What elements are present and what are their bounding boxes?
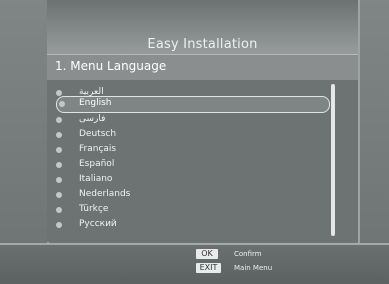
- screen-title: Easy Installation: [147, 37, 258, 52]
- bullet-icon: [56, 90, 62, 96]
- bullet-icon: [56, 132, 62, 138]
- language-label: Deutsch: [79, 129, 117, 139]
- exit-key-label: Main Menu: [234, 264, 273, 272]
- language-label: English: [79, 98, 112, 108]
- language-label: Nederlands: [79, 189, 131, 199]
- language-label: Español: [79, 159, 115, 169]
- language-item[interactable]: Italiano: [53, 173, 325, 188]
- language-item[interactable]: Nederlands: [53, 188, 325, 203]
- bullet-icon: [56, 207, 62, 213]
- language-item[interactable]: Deutsch: [53, 128, 325, 143]
- language-label: Русский: [79, 219, 117, 229]
- bullet-icon: [56, 192, 62, 198]
- language-item[interactable]: فارسی: [53, 113, 325, 128]
- footer-bar: [0, 243, 389, 284]
- section-title: 1. Menu Language: [55, 59, 167, 73]
- bullet-icon: [56, 117, 62, 123]
- language-item[interactable]: Türkçe: [53, 203, 325, 218]
- bullet-icon: [59, 101, 65, 107]
- language-item[interactable]: Français: [53, 143, 325, 158]
- right-frame-strip: [358, 0, 389, 282]
- exit-key-icon[interactable]: EXIT: [196, 263, 221, 273]
- bullet-icon: [56, 162, 62, 168]
- bullet-icon: [56, 147, 62, 153]
- language-label: Français: [79, 144, 117, 154]
- bullet-icon: [56, 177, 62, 183]
- scrollbar[interactable]: [331, 84, 335, 236]
- language-item-selected[interactable]: English: [56, 96, 330, 113]
- language-label: Türkçe: [79, 204, 109, 214]
- language-label: فارسی: [79, 114, 106, 124]
- ok-key-icon[interactable]: OK: [196, 249, 218, 259]
- language-item[interactable]: Español: [53, 158, 325, 173]
- bullet-icon: [56, 222, 62, 228]
- language-label: Italiano: [79, 174, 113, 184]
- language-item[interactable]: Русский: [53, 218, 325, 233]
- ok-key-label: Confirm: [234, 250, 262, 258]
- left-frame-strip: [0, 0, 49, 282]
